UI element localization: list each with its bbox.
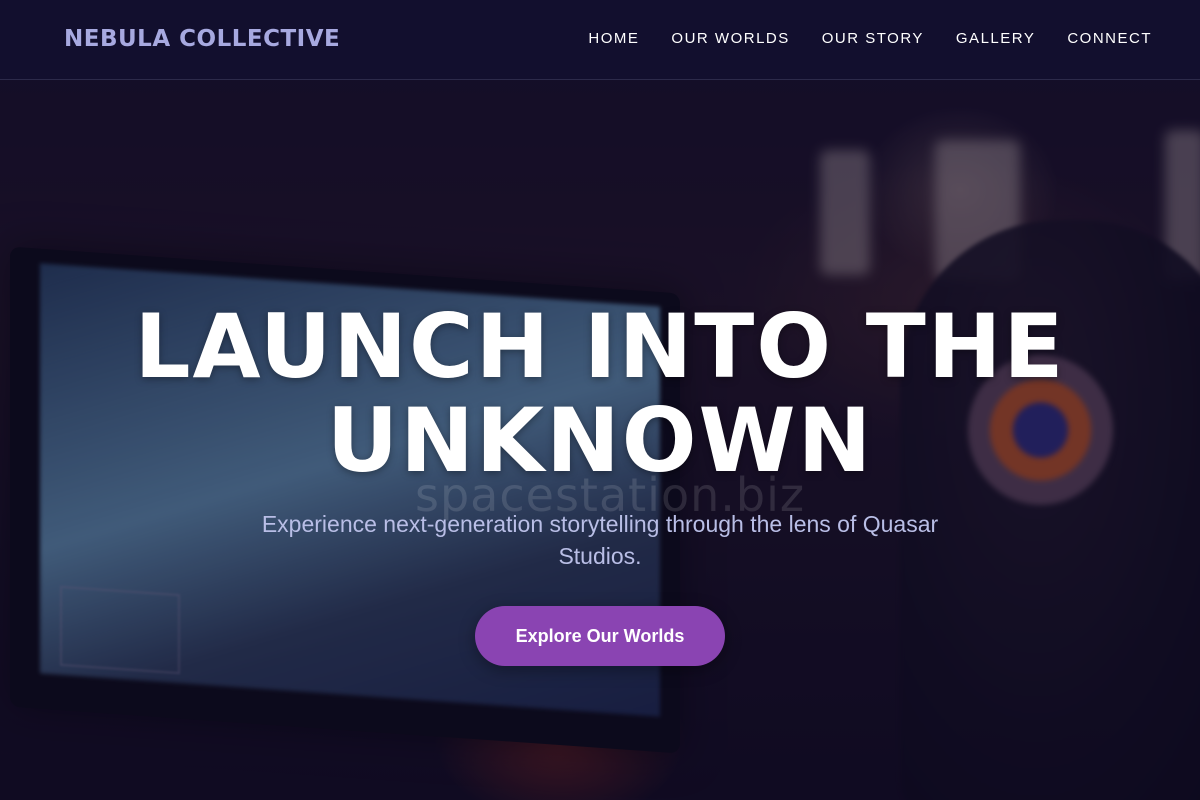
nav-item-connect[interactable]: CONNECT: [1067, 30, 1152, 47]
nav-item-our-worlds[interactable]: OUR WORLDS: [671, 30, 789, 47]
hero-subtitle: Experience next-generation storytelling …: [261, 511, 939, 569]
explore-worlds-button[interactable]: Explore Our Worlds: [475, 606, 725, 666]
nav-item-gallery[interactable]: GALLERY: [956, 30, 1035, 47]
main-nav: HOME OUR WORLDS OUR STORY GALLERY CONNEC…: [588, 30, 1152, 47]
hero-section: LAUNCH INTO THE UNKNOWN Experience next-…: [0, 300, 1200, 666]
brand-logo[interactable]: NEBULA COLLECTIVE: [64, 26, 340, 52]
hero-title: LAUNCH INTO THE UNKNOWN: [134, 295, 1066, 492]
page: spacestation.biz NEBULA COLLECTIVE HOME …: [0, 0, 1200, 800]
nav-item-our-story[interactable]: OUR STORY: [822, 30, 924, 47]
site-header: NEBULA COLLECTIVE HOME OUR WORLDS OUR ST…: [0, 0, 1200, 80]
nav-item-home[interactable]: HOME: [588, 30, 639, 47]
